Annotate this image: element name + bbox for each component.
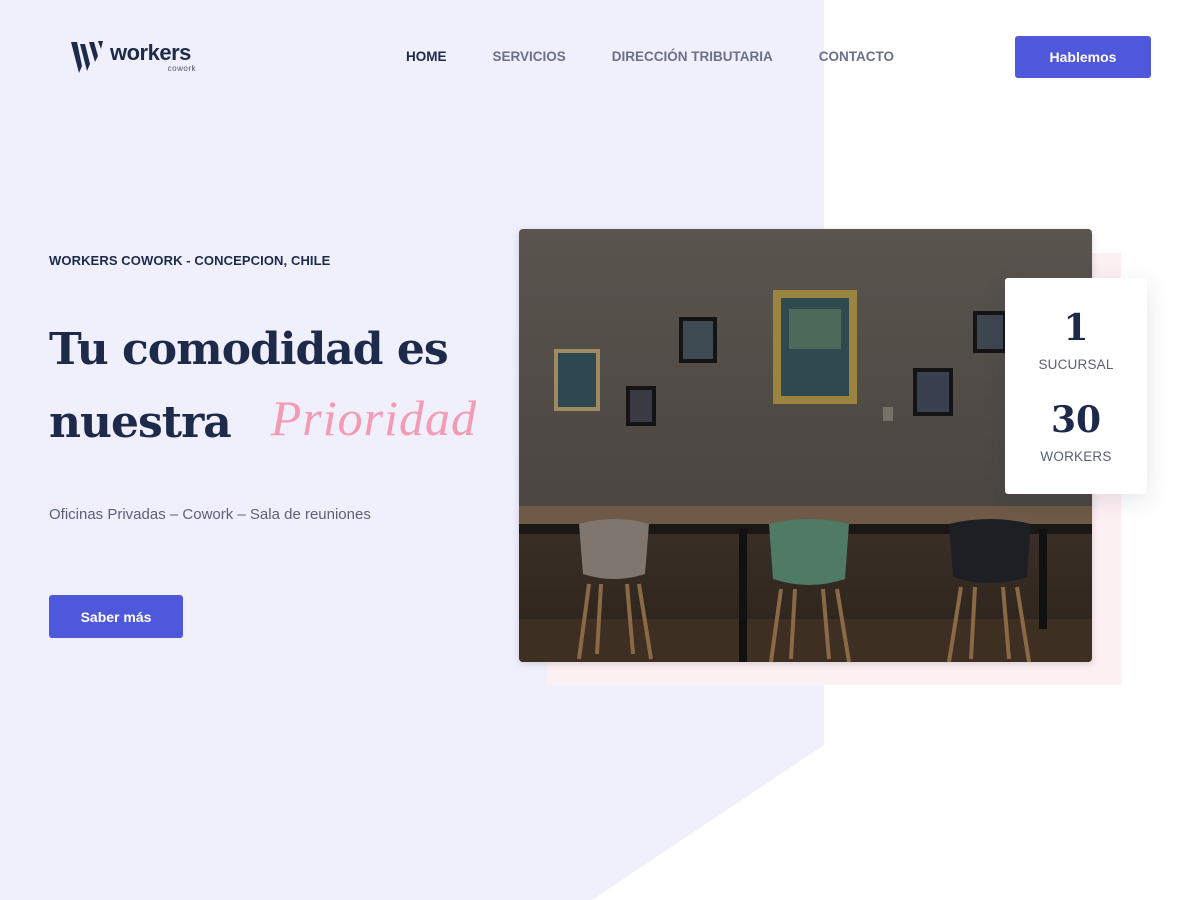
- page: workers cowork HOME SERVICIOS DIRECCIÓN …: [0, 0, 1200, 900]
- saber-mas-button[interactable]: Saber más: [49, 595, 183, 638]
- hero-subtext: Oficinas Privadas – Cowork – Sala de reu…: [49, 506, 371, 523]
- logo-text: workers cowork: [110, 40, 196, 74]
- nav-item-contacto[interactable]: CONTACTO: [819, 48, 894, 66]
- main-nav: HOME SERVICIOS DIRECCIÓN TRIBUTARIA CONT…: [406, 48, 940, 66]
- logo-subtitle: cowork: [167, 64, 196, 73]
- headline-line-2: nuestra Prioridad: [49, 384, 509, 457]
- headline-line-1: Tu comodidad es: [49, 324, 449, 375]
- logo[interactable]: workers cowork: [70, 40, 196, 76]
- nav-item-home[interactable]: HOME: [406, 48, 447, 66]
- stats-card: 1 SUCURSAL 30 WORKERS: [1005, 278, 1147, 494]
- stat-sucursal-number: 1: [1063, 307, 1089, 349]
- hero-headline: Tu comodidad es nuestra Prioridad: [49, 316, 509, 457]
- stat-sucursal-label: SUCURSAL: [1038, 357, 1114, 372]
- hero-eyebrow: WORKERS COWORK - CONCEPCION, CHILE: [49, 253, 331, 268]
- headline-accent: Prioridad: [270, 390, 478, 446]
- site-header: workers cowork HOME SERVICIOS DIRECCIÓN …: [0, 0, 1200, 115]
- logo-name: workers: [110, 40, 191, 65]
- nav-item-direccion-tributaria[interactable]: DIRECCIÓN TRIBUTARIA: [612, 48, 773, 66]
- stat-workers-number: 30: [1050, 399, 1102, 441]
- nav-item-servicios[interactable]: SERVICIOS: [493, 48, 566, 66]
- workers-w-logo-icon: [71, 41, 103, 73]
- headline-word: nuestra: [49, 397, 232, 448]
- hablemos-button[interactable]: Hablemos: [1015, 36, 1151, 78]
- stat-workers-label: WORKERS: [1040, 449, 1112, 464]
